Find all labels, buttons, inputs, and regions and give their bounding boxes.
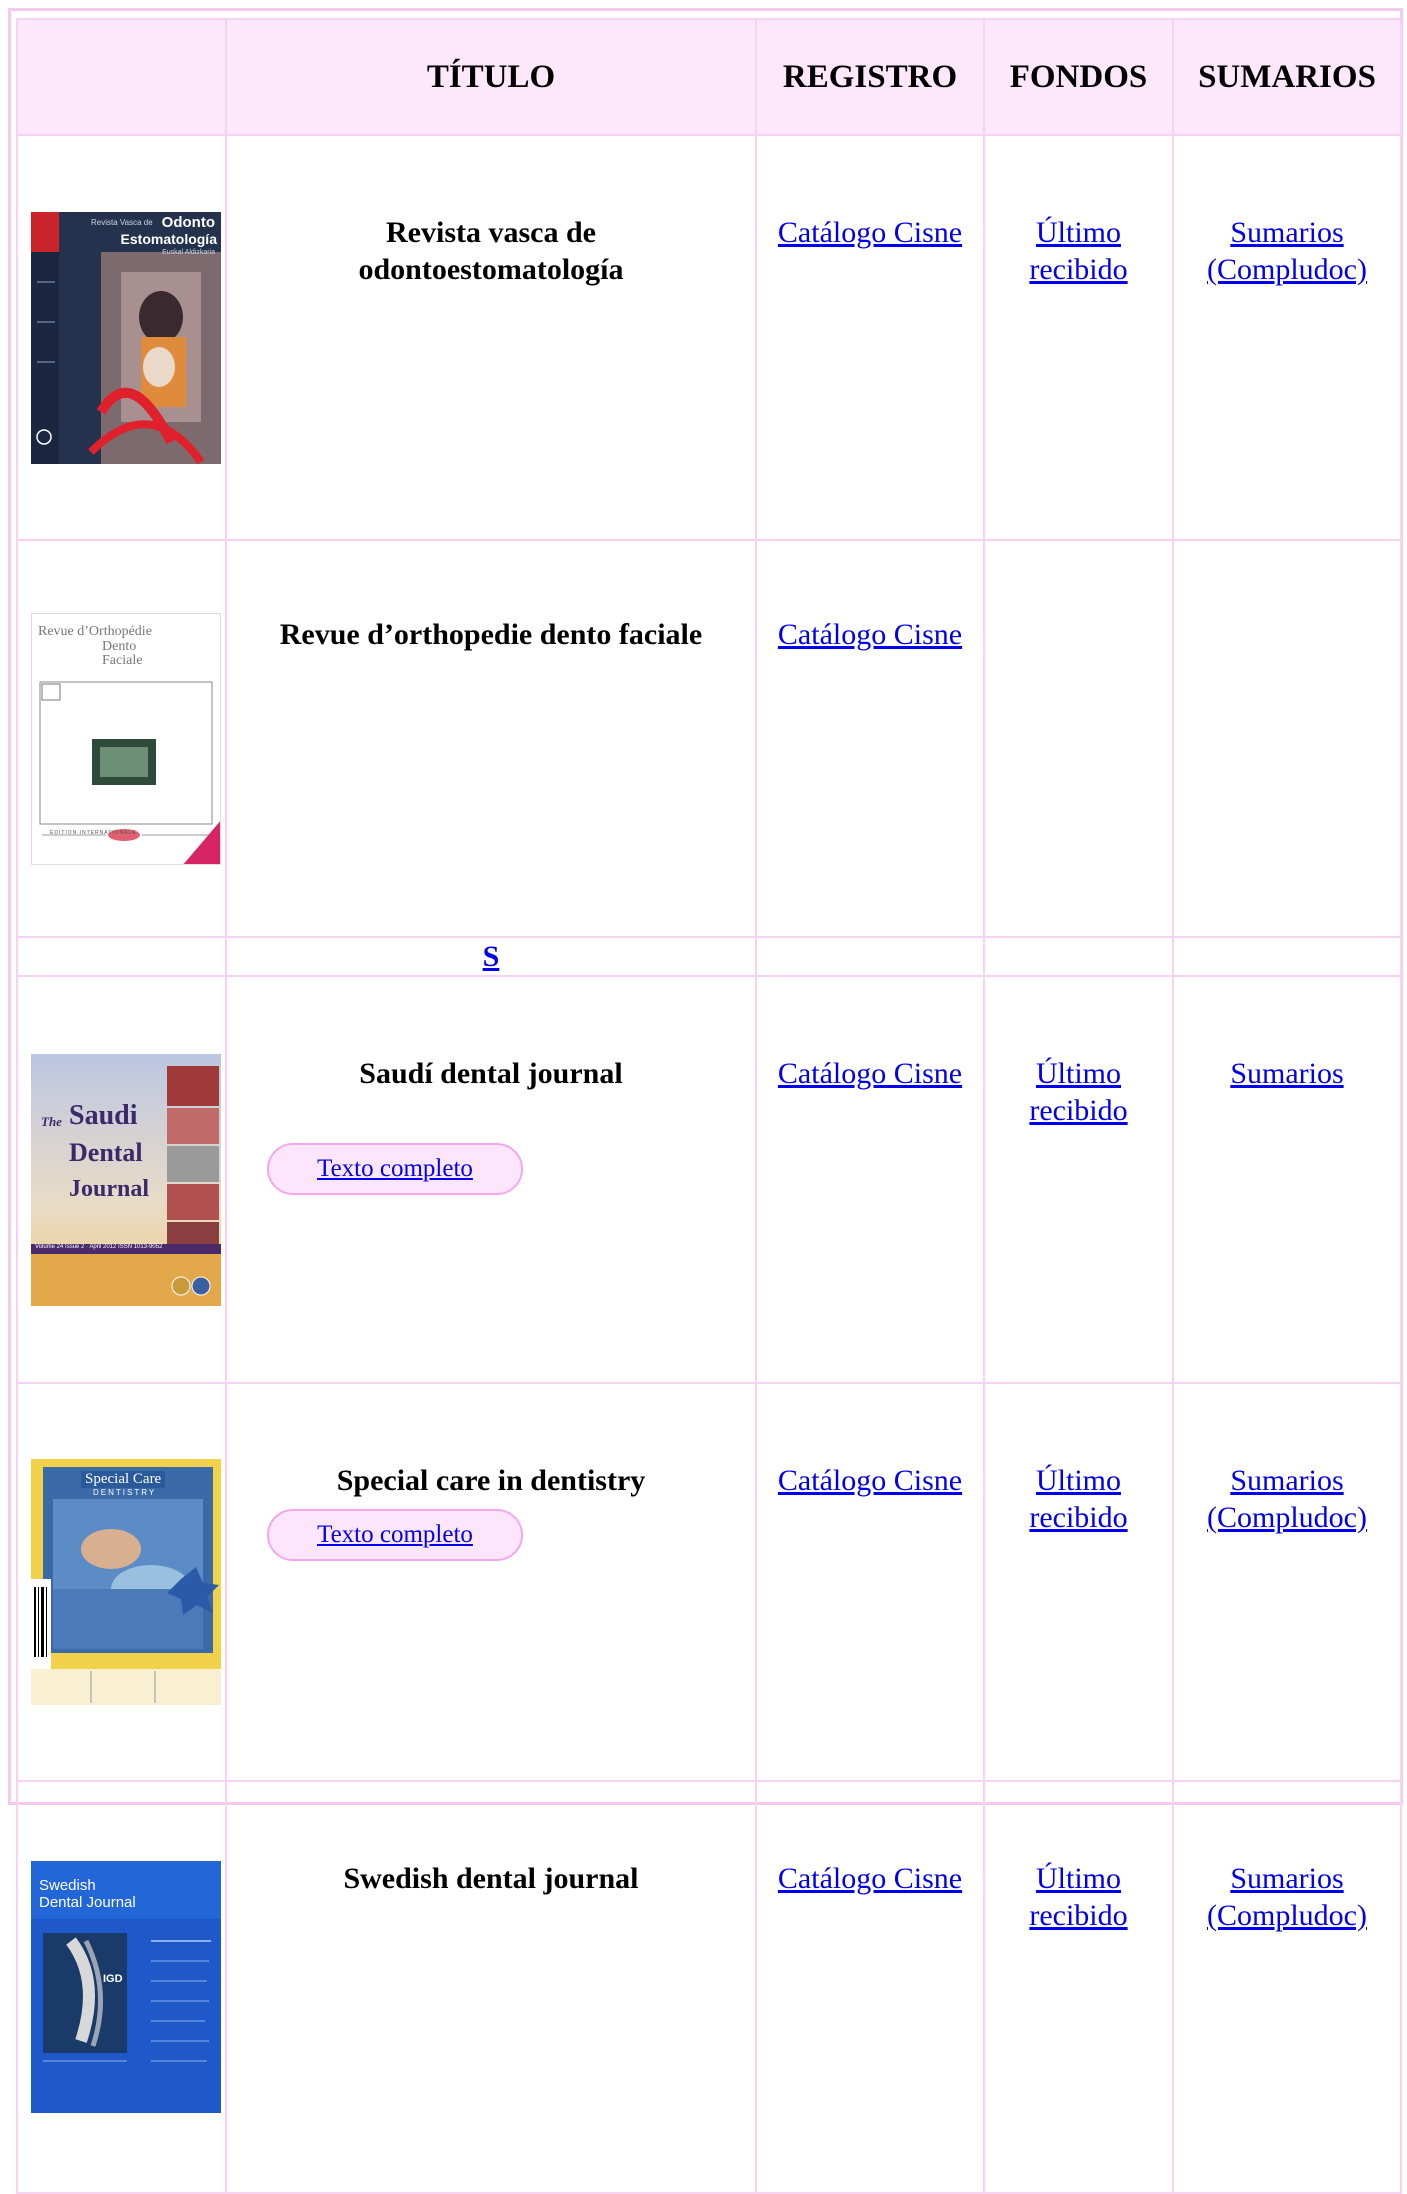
header-cover-cell [16, 18, 227, 136]
table-row: Swedish Dental Journal IGD Swedish denta… [16, 1780, 1402, 2194]
sumarios-cell: Sumarios (Compludoc) [1172, 1382, 1402, 1782]
ultimo-recibido-link[interactable]: Último recibido [1029, 216, 1127, 286]
registro-cell: Catálogo Cisne [755, 134, 985, 541]
cover-subtitle: Euskal Aldizkaria [162, 248, 215, 256]
title-cell: Saudí dental journal Texto completo [225, 975, 757, 1384]
journal-cover-image[interactable]: Revista Vasca de Odonto Estomatología Eu… [31, 211, 221, 464]
fondos-cell [983, 539, 1174, 938]
cover-cell: Swedish Dental Journal IGD [16, 1780, 227, 2194]
title-cell: Revista vasca de odontoestomatología [225, 134, 757, 541]
sumarios-link[interactable]: Sumarios [1230, 1057, 1343, 1090]
cover-title-line3: Faciale [102, 652, 143, 668]
journal-title: Revista vasca de odontoestomatología [358, 216, 624, 286]
table-row: Special Care DENTISTRY Special care in d… [16, 1382, 1402, 1782]
cover-word-saudi: Saudi [69, 1099, 138, 1131]
fondos-cell: Último recibido [983, 1780, 1174, 2194]
title-cell: Revue d’orthopedie dento faciale [225, 539, 757, 938]
catalogo-cisne-link[interactable]: Catálogo Cisne [778, 1862, 962, 1895]
catalogo-cisne-link[interactable]: Catálogo Cisne [778, 618, 962, 651]
journal-title: Special care in dentistry [336, 1464, 646, 1497]
catalogo-cisne-link[interactable]: Catálogo Cisne [778, 1464, 962, 1497]
letter-empty-cell [755, 936, 985, 977]
cover-title-line2: Estomatología [120, 230, 217, 247]
cover-issue: Volume 24 Issue 2 · April 2012 ISSN 1013… [35, 1243, 163, 1250]
letter-empty-cell [1172, 936, 1402, 977]
registro-cell: Catálogo Cisne [755, 1780, 985, 2194]
registro-cell: Catálogo Cisne [755, 539, 985, 938]
fondos-cell: Último recibido [983, 1382, 1174, 1782]
registro-cell: Catálogo Cisne [755, 975, 985, 1384]
cover-word-the: The [41, 1113, 62, 1129]
journal-cover-image[interactable]: The Saudi Dental Journal Volume 24 Issue… [31, 1053, 221, 1306]
sumarios-compludoc-link[interactable]: Sumarios (Compludoc) [1207, 216, 1367, 286]
cover-title-line1: Special Care [81, 1471, 166, 1488]
cover-title-line2: Dental Journal [39, 1894, 136, 1911]
table-row: Revista Vasca de Odonto Estomatología Eu… [16, 134, 1402, 541]
journal-title: Swedish dental journal [343, 1862, 639, 1895]
cover-title-line2: DENTISTRY [93, 1488, 157, 1497]
header-titulo: TÍTULO [225, 18, 757, 136]
letter-s-link[interactable]: S [483, 940, 500, 973]
letter-cell: S [225, 936, 757, 977]
sumarios-cell: Sumarios (Compludoc) [1172, 134, 1402, 541]
cover-title-line1: Odonto [161, 213, 215, 231]
fondos-cell: Último recibido [983, 134, 1174, 541]
cover-title-line1: Revue d’Orthopédie [38, 623, 152, 639]
cover-word-journal: Journal [69, 1175, 150, 1202]
journals-table: TÍTULO REGISTRO FONDOS SUMARIOS Revista … [16, 18, 1402, 2194]
header-fondos: FONDOS [983, 18, 1174, 136]
cover-cell: Special Care DENTISTRY [16, 1382, 227, 1782]
ultimo-recibido-link[interactable]: Último recibido [1029, 1057, 1127, 1127]
sumarios-cell [1172, 539, 1402, 938]
sumarios-cell: Sumarios (Compludoc) [1172, 1780, 1402, 2194]
table-row: Revue d’Orthopédie Dento Faciale ÉDITION… [16, 539, 1402, 938]
letter-index-row: S [16, 936, 1402, 977]
sumarios-compludoc-link[interactable]: Sumarios (Compludoc) [1207, 1464, 1367, 1534]
sumarios-cell: Sumarios [1172, 975, 1402, 1384]
journal-cover-image[interactable]: Swedish Dental Journal IGD [31, 1861, 221, 2113]
cover-small-text: Revista Vasca de [91, 217, 153, 227]
texto-completo-button[interactable]: Texto completo [267, 1509, 523, 1561]
cover-title-line1: Swedish [39, 1877, 96, 1894]
cover-word-dental: Dental [69, 1137, 143, 1167]
title-cell: Swedish dental journal [225, 1780, 757, 2194]
ultimo-recibido-link[interactable]: Último recibido [1029, 1862, 1127, 1932]
fondos-cell: Último recibido [983, 975, 1174, 1384]
header-registro: REGISTRO [755, 18, 985, 136]
sumarios-compludoc-link[interactable]: Sumarios (Compludoc) [1207, 1862, 1367, 1932]
cover-footer: ÉDITION INTERNATIONALE [50, 829, 137, 836]
journal-cover-image[interactable]: Special Care DENTISTRY [31, 1459, 221, 1705]
catalogo-cisne-link[interactable]: Catálogo Cisne [778, 216, 962, 249]
title-cell: Special care in dentistry Texto completo [225, 1382, 757, 1782]
cover-cell: The Saudi Dental Journal Volume 24 Issue… [16, 975, 227, 1384]
cover-cell: Revue d’Orthopédie Dento Faciale ÉDITION… [16, 539, 227, 938]
journal-cover-image[interactable]: Revue d’Orthopédie Dento Faciale ÉDITION… [31, 612, 221, 865]
cover-cell: Revista Vasca de Odonto Estomatología Eu… [16, 134, 227, 541]
registro-cell: Catálogo Cisne [755, 1382, 985, 1782]
letter-empty-cell [983, 936, 1174, 977]
catalogo-cisne-link[interactable]: Catálogo Cisne [778, 1057, 962, 1090]
header-sumarios: SUMARIOS [1172, 18, 1402, 136]
journal-title: Saudí dental journal [359, 1057, 623, 1090]
cover-badge: IGD [103, 1973, 123, 1985]
ultimo-recibido-link[interactable]: Último recibido [1029, 1464, 1127, 1534]
texto-completo-button[interactable]: Texto completo [267, 1143, 523, 1195]
journal-title: Revue d’orthopedie dento faciale [279, 618, 703, 651]
table-row: The Saudi Dental Journal Volume 24 Issue… [16, 975, 1402, 1384]
texto-completo-wrap: Texto completo [227, 1143, 755, 1195]
table-header-row: TÍTULO REGISTRO FONDOS SUMARIOS [16, 18, 1402, 136]
texto-completo-wrap: Texto completo [227, 1509, 755, 1561]
letter-empty-cell [16, 936, 227, 977]
